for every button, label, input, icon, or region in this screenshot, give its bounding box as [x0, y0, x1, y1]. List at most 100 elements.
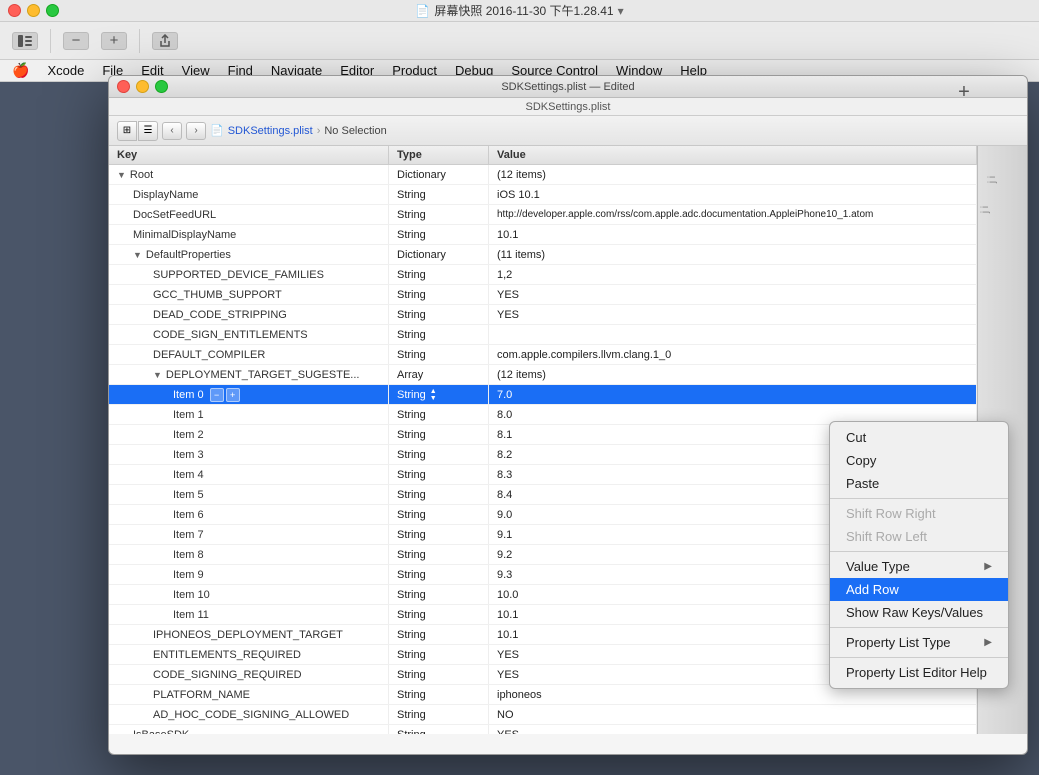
- key-cell: PLATFORM_NAME: [109, 685, 389, 704]
- ctx-copy[interactable]: Copy: [830, 449, 1008, 472]
- win-max-btn[interactable]: [155, 80, 168, 93]
- value-cell: http://developer.apple.com/rss/com.apple…: [489, 205, 977, 224]
- ctx-shift-left: Shift Row Left: [830, 525, 1008, 548]
- type-cell: String: [389, 285, 489, 304]
- minus-btn[interactable]: −: [210, 388, 224, 402]
- table-row[interactable]: AD_HOC_CODE_SIGNING_ALLOWED String NO: [109, 705, 977, 725]
- value-cell: NO: [489, 705, 977, 724]
- type-cell: Dictionary: [389, 165, 489, 184]
- nav-back-btn[interactable]: ‹: [162, 122, 182, 140]
- os-max-btn[interactable]: [46, 4, 59, 17]
- grid-view-btn[interactable]: ⊞: [117, 121, 137, 141]
- table-row[interactable]: IsBaseSDK String YES: [109, 725, 977, 734]
- ctx-show-raw[interactable]: Show Raw Keys/Values: [830, 601, 1008, 624]
- key-cell: MinimalDisplayName: [109, 225, 389, 244]
- win-close-btn[interactable]: [117, 80, 130, 93]
- value-cell: YES: [489, 305, 977, 324]
- key-cell: CODE_SIGNING_REQUIRED: [109, 665, 389, 684]
- type-cell: String: [389, 405, 489, 424]
- key-cell: Item 9: [109, 565, 389, 584]
- key-cell: Item 4: [109, 465, 389, 484]
- key-cell: Item 11: [109, 605, 389, 624]
- value-cell: (12 items): [489, 165, 977, 184]
- nav-forward-btn[interactable]: ›: [186, 122, 206, 140]
- table-header: Key Type Value: [109, 146, 977, 165]
- key-cell: Item 5: [109, 485, 389, 504]
- type-cell: String: [389, 505, 489, 524]
- type-cell: String: [389, 345, 489, 364]
- share-btn[interactable]: [152, 32, 178, 50]
- os-toolbar: − +: [0, 22, 1039, 60]
- add-row-btn[interactable]: +: [956, 84, 972, 100]
- type-cell: String: [389, 605, 489, 624]
- win-controls: [117, 80, 168, 93]
- breadcrumb: 📄 SDKSettings.plist › No Selection: [210, 124, 387, 137]
- key-cell: IPHONEOS_DEPLOYMENT_TARGET: [109, 625, 389, 644]
- win-min-btn[interactable]: [136, 80, 149, 93]
- col-type: Type: [389, 146, 489, 164]
- ctx-editor-help[interactable]: Property List Editor Help: [830, 661, 1008, 684]
- layout-toggle[interactable]: ⊞ ☰: [117, 121, 158, 141]
- table-row[interactable]: Item 0 − + String ▲ ▼ 7.0: [109, 385, 977, 405]
- value-cell: YES: [489, 285, 977, 304]
- table-row[interactable]: DisplayName String iOS 10.1: [109, 185, 977, 205]
- type-cell: String: [389, 325, 489, 344]
- os-title-text: 屏幕快照 2016-11-30 下午1.28.41: [434, 2, 613, 19]
- type-cell: Array: [389, 365, 489, 384]
- ctx-sep-4: [830, 657, 1008, 658]
- value-cell: YES: [489, 725, 977, 734]
- key-cell: Item 0 − +: [109, 385, 389, 404]
- menu-xcode[interactable]: Xcode: [39, 61, 92, 80]
- zoom-in-btn[interactable]: +: [101, 32, 127, 50]
- type-cell: String: [389, 525, 489, 544]
- key-cell: ▼ DEPLOYMENT_TARGET_SUGESTE...: [109, 365, 389, 384]
- table-row[interactable]: MinimalDisplayName String 10.1: [109, 225, 977, 245]
- os-close-btn[interactable]: [8, 4, 21, 17]
- table-row[interactable]: CODE_SIGN_ENTITLEMENTS String: [109, 325, 977, 345]
- type-cell: String: [389, 265, 489, 284]
- key-cell: ENTITLEMENTS_REQUIRED: [109, 645, 389, 664]
- plus-btn[interactable]: +: [226, 388, 240, 402]
- os-title: 📄 屏幕快照 2016-11-30 下午1.28.41 ▾: [415, 2, 623, 19]
- ctx-value-type-label: Value Type: [846, 559, 910, 574]
- table-row[interactable]: DEFAULT_COMPILER String com.apple.compil…: [109, 345, 977, 365]
- table-row[interactable]: GCC_THUMB_SUPPORT String YES: [109, 285, 977, 305]
- key-cell: GCC_THUMB_SUPPORT: [109, 285, 389, 304]
- table-row[interactable]: ▼ Root Dictionary (12 items): [109, 165, 977, 185]
- type-cell: String: [389, 705, 489, 724]
- ctx-paste[interactable]: Paste: [830, 472, 1008, 495]
- ctx-cut[interactable]: Cut: [830, 426, 1008, 449]
- type-cell: String: [389, 565, 489, 584]
- sidebar-labels: j i j i: [978, 166, 1000, 223]
- type-cell: String: [389, 645, 489, 664]
- key-cell: Item 6: [109, 505, 389, 524]
- value-cell: (12 items): [489, 365, 977, 384]
- table-row[interactable]: SUPPORTED_DEVICE_FAMILIES String 1,2: [109, 265, 977, 285]
- col-value: Value: [489, 146, 977, 164]
- zoom-out-btn[interactable]: −: [63, 32, 89, 50]
- sidebar-toggle-btn[interactable]: [12, 32, 38, 50]
- value-cell: [489, 325, 977, 344]
- value-cell: iOS 10.1: [489, 185, 977, 204]
- win-titlebar: SDKSettings.plist — Edited: [109, 76, 1027, 98]
- key-cell: DocSetFeedURL: [109, 205, 389, 224]
- key-cell: Item 7: [109, 525, 389, 544]
- ctx-add-row[interactable]: Add Row: [830, 578, 1008, 601]
- breadcrumb-selection: No Selection: [324, 125, 386, 137]
- apple-menu[interactable]: 🍎: [4, 60, 37, 81]
- col-key: Key: [109, 146, 389, 164]
- table-row[interactable]: ▼ DEPLOYMENT_TARGET_SUGESTE... Array (12…: [109, 365, 977, 385]
- ctx-property-list-type-label: Property List Type: [846, 635, 951, 650]
- table-row[interactable]: DEAD_CODE_STRIPPING String YES: [109, 305, 977, 325]
- type-cell: String: [389, 185, 489, 204]
- breadcrumb-file[interactable]: SDKSettings.plist: [228, 125, 313, 137]
- table-row[interactable]: ▼ DefaultProperties Dictionary (11 items…: [109, 245, 977, 265]
- key-cell: DEAD_CODE_STRIPPING: [109, 305, 389, 324]
- table-row[interactable]: DocSetFeedURL String http://developer.ap…: [109, 205, 977, 225]
- ctx-value-type[interactable]: Value Type ▶: [830, 555, 1008, 578]
- list-view-btn[interactable]: ☰: [138, 121, 158, 141]
- ctx-property-list-type[interactable]: Property List Type ▶: [830, 631, 1008, 654]
- type-cell: String: [389, 665, 489, 684]
- app-window: SDKSettings.plist — Edited SDKSettings.p…: [108, 75, 1028, 755]
- os-min-btn[interactable]: [27, 4, 40, 17]
